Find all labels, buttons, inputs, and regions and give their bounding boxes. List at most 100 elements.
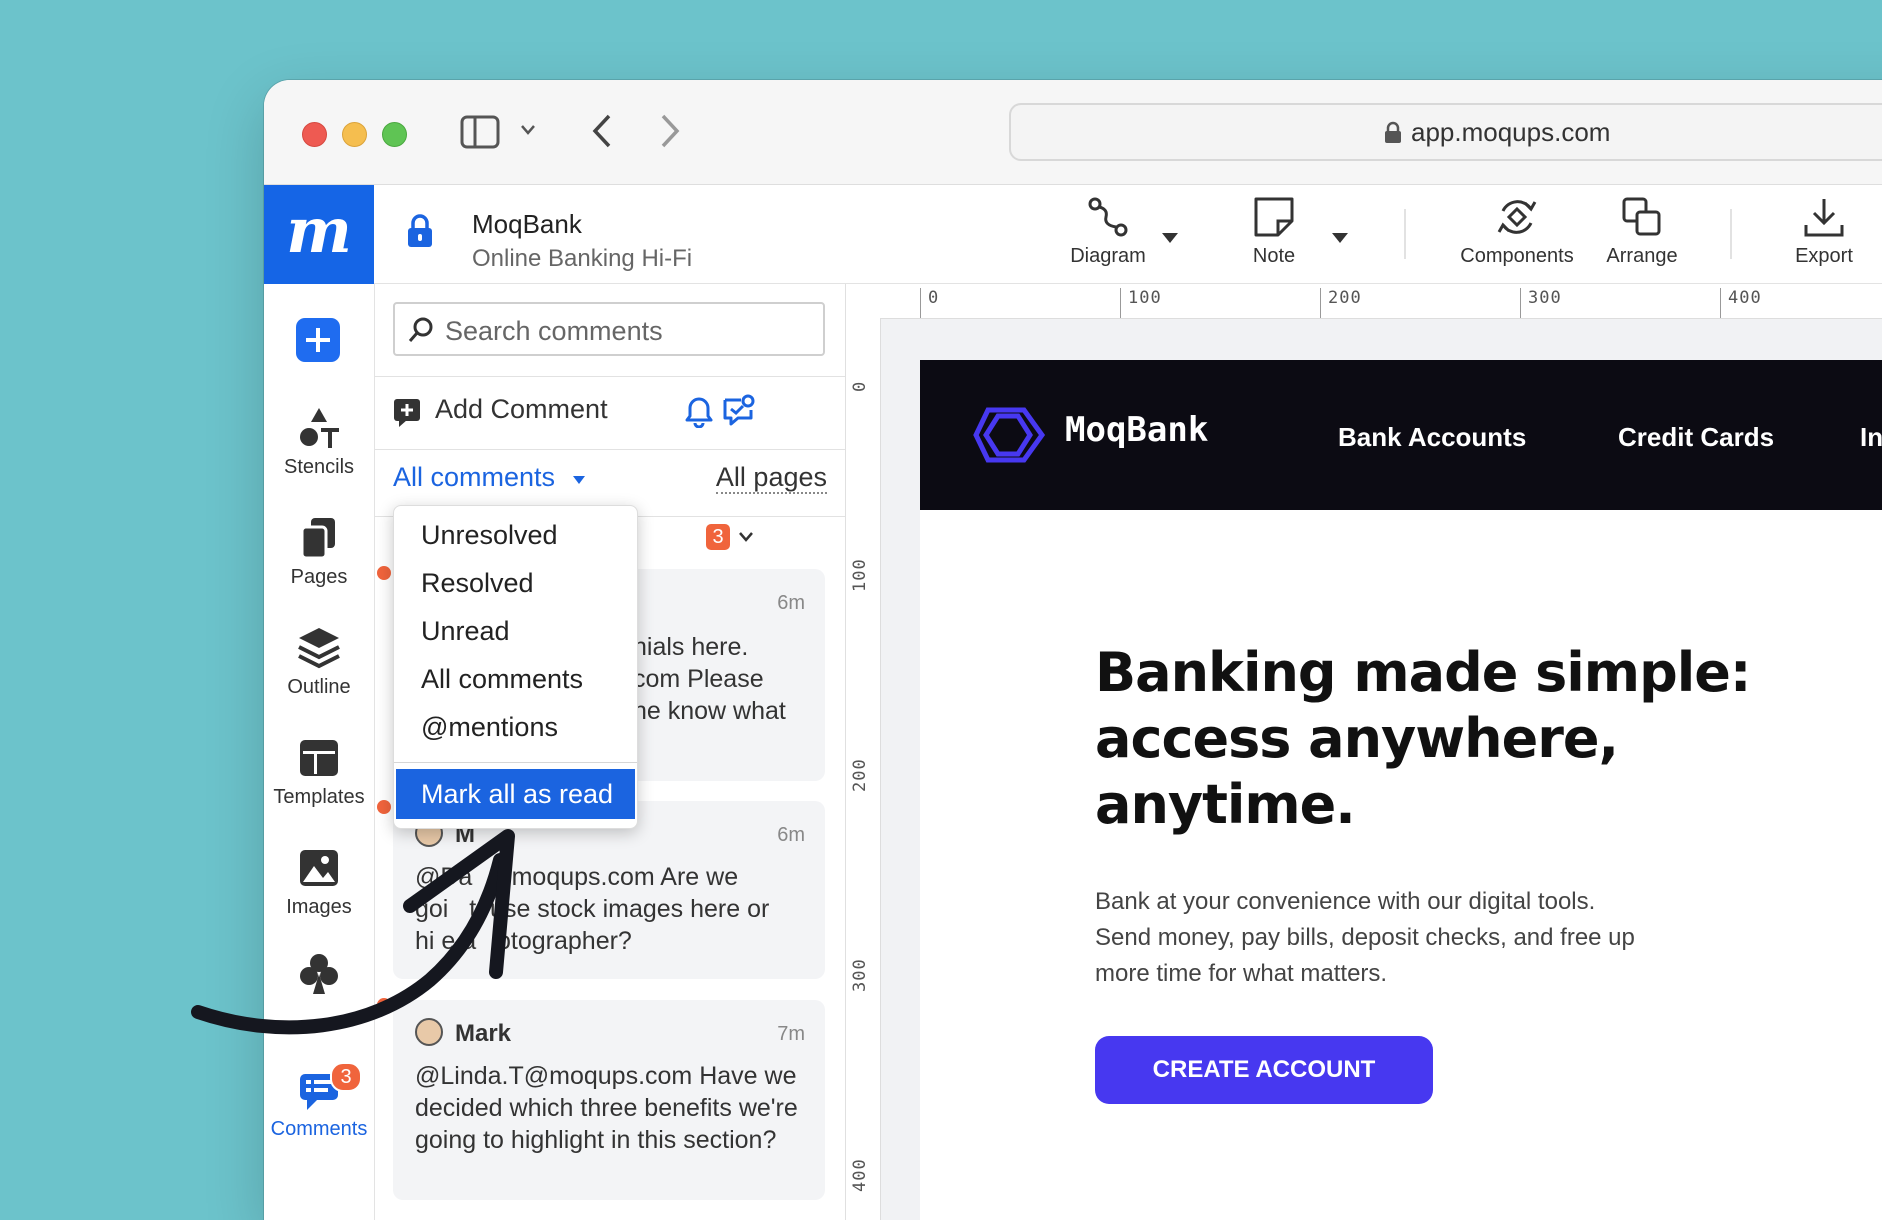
design-canvas[interactable]: 0 100 200 300 400 0 100 200 300 400 MoqB…: [846, 284, 1882, 1220]
vertical-ruler: 0 100 200 300 400: [846, 318, 881, 1220]
body-line: Send money, pay bills, deposit checks, a…: [1095, 924, 1635, 951]
components-tool-button[interactable]: Components: [1442, 195, 1592, 268]
collapse-chevron-icon[interactable]: [737, 530, 755, 544]
lock-icon: [1385, 121, 1401, 143]
comment-body: @Linda.T@moqups.com Have we decided whic…: [415, 1060, 809, 1156]
menu-item-mentions[interactable]: @mentions: [421, 712, 558, 743]
address-bar[interactable]: app.moqups.com: [1009, 103, 1882, 161]
app-header: m MoqBank Online Banking Hi-Fi Diagram N…: [264, 185, 1882, 284]
create-account-button[interactable]: CREATE ACCOUNT: [1095, 1036, 1433, 1104]
toolbar-divider: [1730, 209, 1732, 259]
artboard[interactable]: MoqBank Bank Accounts Credit Cards In Ba…: [920, 360, 1882, 1220]
horizontal-ruler: 0 100 200 300 400: [846, 284, 1882, 319]
ruler-label: 100: [850, 558, 870, 592]
menu-item-unresolved[interactable]: Unresolved: [421, 520, 558, 551]
templates-icon: [300, 740, 338, 776]
diagram-label: Diagram: [1070, 245, 1146, 267]
filter-label: All comments: [393, 462, 556, 492]
divider: [375, 376, 845, 377]
unread-dot: [377, 800, 391, 814]
menu-item-unread[interactable]: Unread: [421, 616, 510, 647]
menu-item-all-comments[interactable]: All comments: [421, 664, 583, 695]
diagram-tool-button[interactable]: Diagram: [1048, 195, 1168, 268]
zoom-window-button[interactable]: [382, 122, 407, 147]
mockup-navbar[interactable]: MoqBank Bank Accounts Credit Cards In: [920, 360, 1882, 510]
comment-line: ne know what: [633, 697, 786, 725]
mockup-nav-more[interactable]: In: [1860, 422, 1882, 453]
pages-filter[interactable]: All pages: [715, 462, 827, 494]
unread-dot: [377, 998, 391, 1012]
search-placeholder: Search comments: [445, 316, 663, 346]
ruler-label: 100: [1128, 288, 1162, 308]
comment-line: decided which three benefits we're: [415, 1094, 798, 1122]
body-line: Bank at your convenience with our digita…: [1095, 888, 1596, 915]
nav-label: Stencils: [283, 456, 355, 478]
headline-line: Banking made simple:: [1095, 641, 1751, 704]
sidebar-toggle-icon[interactable]: [460, 115, 500, 149]
comment-time: 6m: [777, 592, 805, 614]
comment-line: @Linda.T@moqups.com Have we: [415, 1062, 797, 1090]
ruler-label: 0: [850, 380, 870, 392]
search-comments-input[interactable]: Search comments: [393, 302, 825, 356]
club-icon: [300, 954, 338, 994]
arrange-icon: [1622, 197, 1661, 236]
comment-line: going to highlight in this section?: [415, 1126, 777, 1154]
diagram-icon: [1088, 197, 1128, 237]
project-name[interactable]: MoqBank: [472, 209, 582, 240]
comment-filter-dropdown[interactable]: All comments: [393, 462, 587, 493]
back-arrow-icon[interactable]: [590, 112, 614, 150]
menu-item-resolved[interactable]: Resolved: [421, 568, 534, 599]
export-tool-button[interactable]: Export: [1774, 195, 1874, 268]
diagram-dropdown-caret-icon[interactable]: [1160, 231, 1180, 245]
nav-templates[interactable]: Templates: [264, 736, 374, 809]
export-label: Export: [1795, 245, 1853, 267]
add-comment-label: Add Comment: [435, 394, 608, 424]
nav-images[interactable]: Images: [264, 846, 374, 919]
comment-settings-icon[interactable]: [721, 394, 755, 428]
add-button[interactable]: [296, 318, 340, 362]
arrange-tool-button[interactable]: Arrange: [1592, 195, 1692, 268]
left-sidebar: Stencils Pages Outline Templates Images …: [264, 284, 375, 1220]
image-icon: [300, 850, 338, 886]
mockup-nav-bank-accounts[interactable]: Bank Accounts: [1338, 422, 1526, 453]
components-label: Components: [1460, 245, 1574, 267]
nav-label: Images: [286, 896, 352, 918]
comment-card[interactable]: Mark 7m @Linda.T@moqups.com Have we deci…: [393, 1000, 825, 1200]
ruler-label: 400: [850, 1158, 870, 1192]
moqups-logo[interactable]: m: [264, 185, 374, 284]
comment-time: 6m: [777, 824, 805, 846]
chevron-down-icon[interactable]: [519, 123, 537, 137]
ruler-tick: [920, 288, 921, 318]
moqbank-hexagon-logo-icon: [973, 407, 1046, 463]
project-lock-icon[interactable]: [405, 213, 435, 249]
forward-arrow-icon[interactable]: [658, 112, 682, 150]
components-icon: [1497, 200, 1537, 234]
avatar: [415, 1018, 443, 1046]
nav-outline[interactable]: Outline: [264, 626, 374, 699]
ruler-label: 200: [1328, 288, 1362, 308]
ruler-tick: [1520, 288, 1521, 318]
nav-icons[interactable]: [264, 952, 374, 1002]
ruler-label: 200: [850, 758, 870, 792]
note-dropdown-caret-icon[interactable]: [1330, 231, 1350, 245]
nav-label: Comments: [270, 1118, 368, 1140]
project-subtitle[interactable]: Online Banking Hi-Fi: [472, 245, 692, 273]
bell-icon[interactable]: [685, 396, 713, 428]
mockup-nav-credit-cards[interactable]: Credit Cards: [1618, 422, 1774, 453]
nav-label: Templates: [273, 786, 365, 808]
nav-pages[interactable]: Pages: [264, 516, 374, 589]
ruler-tick: [1720, 288, 1721, 318]
mockup-headline: Banking made simple: access anywhere, an…: [1095, 640, 1815, 838]
comment-line: goi t use stock images here or: [415, 895, 770, 923]
arrange-label: Arrange: [1606, 245, 1678, 267]
minimize-window-button[interactable]: [342, 122, 367, 147]
nav-comments[interactable]: Comments 3: [264, 1062, 374, 1141]
close-window-button[interactable]: [302, 122, 327, 147]
nav-stencils[interactable]: Stencils: [264, 406, 374, 479]
url-text: app.moqups.com: [1411, 117, 1611, 147]
plus-icon: [306, 328, 330, 352]
nav-label: Outline: [287, 676, 351, 698]
mark-all-as-read-button[interactable]: Mark all as read: [396, 769, 635, 819]
comment-author: Mark: [455, 1020, 512, 1047]
note-tool-button[interactable]: Note: [1224, 195, 1324, 268]
